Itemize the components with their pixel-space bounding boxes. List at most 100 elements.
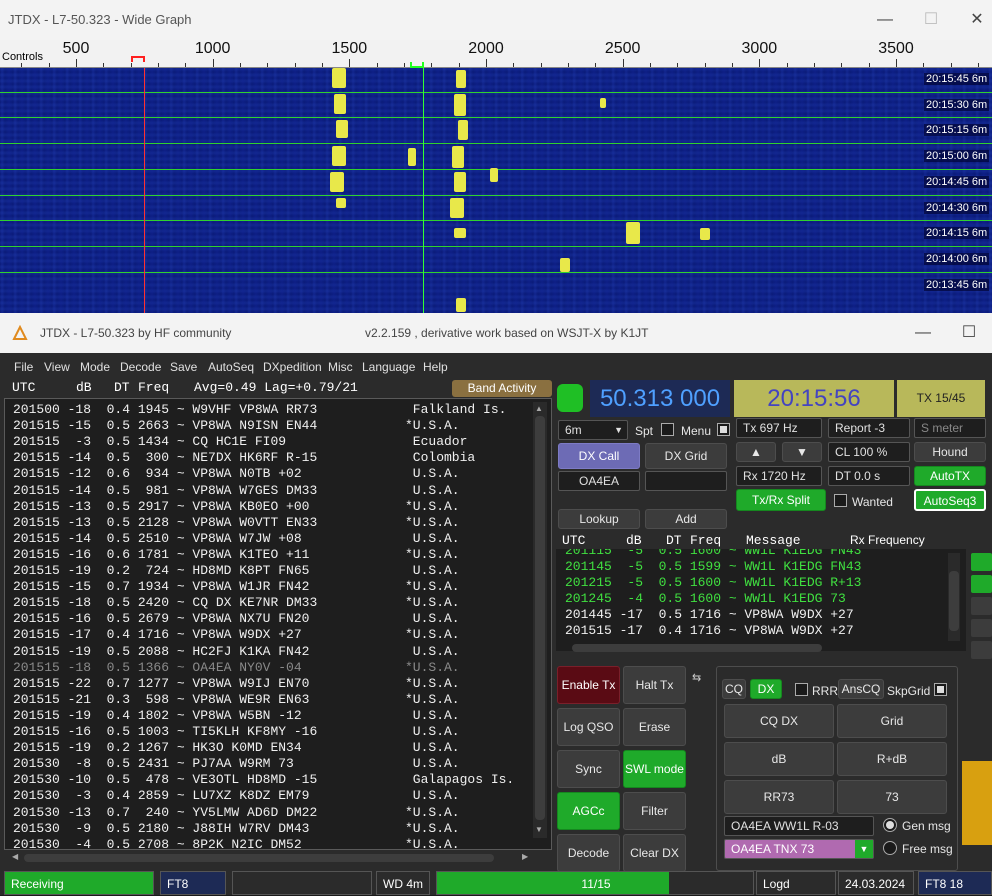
decode-row[interactable]: 201515 -19 0.4 1802 ~ VP8WA W5BN -12 U.S… bbox=[13, 708, 460, 724]
menu-mode[interactable]: Mode bbox=[80, 360, 110, 374]
tx-freq-spinner[interactable]: Tx 697 Hz bbox=[736, 418, 822, 438]
scroll-down-icon[interactable]: ▼ bbox=[535, 825, 543, 834]
minimize-icon[interactable]: — bbox=[900, 319, 946, 347]
gen-msg-radio[interactable] bbox=[883, 818, 897, 832]
rrr-checkbox[interactable] bbox=[795, 683, 808, 696]
decode-row[interactable]: 201515 -13 0.5 2128 ~ VP8WA W0VTT EN33 *U… bbox=[13, 515, 460, 531]
decode-row[interactable]: 201530 -13 0.7 240 ~ YV5LMW AD6D DM22 *U.… bbox=[13, 805, 460, 821]
monitor-led[interactable] bbox=[557, 384, 583, 412]
band-activity-list[interactable]: 201500 -18 0.4 1945 ~ W9VHF VP8WA RR73 F… bbox=[4, 398, 552, 850]
decode-row[interactable]: 201530 -3 0.4 2859 ~ LU7XZ K8DZ EM79 U.S… bbox=[13, 788, 460, 804]
tab-marker-icon[interactable]: ⇆ bbox=[692, 671, 712, 699]
rx-hscroll[interactable] bbox=[560, 643, 940, 653]
close-icon[interactable]: ✕ bbox=[954, 6, 992, 34]
lookup-button[interactable]: Lookup bbox=[558, 509, 640, 529]
waterfall[interactable]: 20:15:45 6m 20:15:30 6m 20:15:15 6m 20:15:0… bbox=[0, 68, 992, 318]
menu-file[interactable]: File bbox=[14, 360, 33, 374]
decode-row[interactable]: 201515 -19 0.5 2088 ~ HC2FJ K1KA FN42 U.… bbox=[13, 644, 460, 660]
scroll-left-icon[interactable]: ◀ bbox=[12, 852, 18, 861]
agcc-button[interactable]: AGCc bbox=[557, 792, 620, 830]
dx-call-button[interactable]: DX Call bbox=[558, 443, 640, 469]
menu-view[interactable]: View bbox=[44, 360, 70, 374]
tx-marker[interactable] bbox=[131, 56, 145, 62]
decode-row[interactable]: 201515 -19 0.2 1267 ~ HK3O K0MD EN34 U.S… bbox=[13, 740, 460, 756]
menu-dxpedition[interactable]: DXpedition bbox=[263, 360, 322, 374]
rx-vscroll[interactable] bbox=[948, 553, 960, 641]
band-select[interactable]: 6m ▼ bbox=[558, 420, 628, 440]
free-msg-radio[interactable] bbox=[883, 841, 897, 855]
decode-button[interactable]: Decode bbox=[557, 834, 620, 872]
menu-save[interactable]: Save bbox=[170, 360, 197, 374]
menu-decode[interactable]: Decode bbox=[120, 360, 161, 374]
73-button[interactable]: 73 bbox=[837, 780, 947, 814]
decode-row[interactable]: 201515 -14 0.5 300 ~ NE7DX HK6RF R-15 Co… bbox=[13, 450, 475, 466]
decode-row[interactable]: 201515 -22 0.7 1277 ~ VP8WA W9IJ EN70 *U.… bbox=[13, 676, 460, 692]
report-spinner[interactable]: Report -3 bbox=[828, 418, 910, 438]
dx-grid-button[interactable]: DX Grid bbox=[645, 443, 727, 469]
rx-vscroll-thumb[interactable] bbox=[949, 571, 959, 631]
scroll-right-icon[interactable]: ▶ bbox=[522, 852, 528, 861]
clear-dx-button[interactable]: Clear DX bbox=[623, 834, 686, 872]
scroll-up-icon[interactable]: ▲ bbox=[535, 404, 543, 413]
erase-button[interactable]: Erase bbox=[623, 708, 686, 746]
decode-row[interactable]: 201515 -3 0.5 1434 ~ CQ HC1E FI09 Ecuado… bbox=[13, 434, 467, 450]
decode-row[interactable]: 201515 -14 0.5 2510 ~ VP8WA W7JW +08 U.S… bbox=[13, 531, 460, 547]
decode-row[interactable]: 201515 -18 0.5 1366 ~ OA4EA NY0V -04 *U.S… bbox=[13, 660, 460, 676]
decode-row[interactable]: 201515 -13 0.5 2917 ~ VP8WA KB0EO +00 *U.… bbox=[13, 499, 460, 515]
band-activity-button[interactable]: Band Activity bbox=[452, 380, 552, 397]
rr73-button[interactable]: RR73 bbox=[724, 780, 834, 814]
free-message-field[interactable]: OA4EA TNX 73 ▼ bbox=[724, 839, 874, 859]
rx-row[interactable]: 201115 -5 0.5 1600 ~ WW1L K1EDG FN43 bbox=[565, 549, 861, 559]
decode-row[interactable]: 201530 -10 0.5 478 ~ VE3OTL HD8MD -15 Ga… bbox=[13, 772, 514, 788]
maximize-icon[interactable]: ☐ bbox=[946, 319, 992, 347]
rx-freq-spinner[interactable]: Rx 1720 Hz bbox=[736, 466, 822, 486]
rx-row[interactable]: 201245 -4 0.5 1600 ~ WW1L K1EDG 73 bbox=[565, 591, 846, 607]
gen-message-field[interactable]: OA4EA WW1L R-03 bbox=[724, 816, 874, 836]
sync-button[interactable]: Sync bbox=[557, 750, 620, 788]
decode-row[interactable]: 201530 -8 0.5 2431 ~ PJ7AA W9RM 73 U.S.A… bbox=[13, 756, 460, 772]
edge-button-4[interactable] bbox=[971, 619, 992, 637]
grid-button[interactable]: Grid bbox=[837, 704, 947, 738]
r-db-button[interactable]: R+dB bbox=[837, 742, 947, 776]
cq-button[interactable]: CQ bbox=[722, 679, 746, 699]
decode-row[interactable]: 201515 -16 0.5 2679 ~ VP8WA NX7U FN20 U.… bbox=[13, 611, 460, 627]
edge-button-5[interactable] bbox=[971, 641, 992, 659]
db-button[interactable]: dB bbox=[724, 742, 834, 776]
decode-row[interactable]: 201530 -4 0.5 2708 ~ 8P2K N2IC DM52 *U.S.… bbox=[13, 837, 460, 849]
decode-row[interactable]: 201515 -19 0.2 724 ~ HD8MD K8PT FN65 U.S… bbox=[13, 563, 460, 579]
autoseq-button[interactable]: AutoSeq3 bbox=[914, 489, 986, 511]
swl-mode-button[interactable]: SWL mode bbox=[623, 750, 686, 788]
chevron-down-icon[interactable]: ▼ bbox=[855, 840, 873, 858]
up-arrow-button[interactable]: ▲ bbox=[736, 442, 776, 462]
rx-row[interactable]: 201515 -17 0.4 1716 ~ VP8WA W9DX +27 bbox=[565, 623, 854, 639]
edge-button-3[interactable] bbox=[971, 597, 992, 615]
decode-row[interactable]: 201515 -15 0.7 1934 ~ VP8WA W1JR FN42 *U.… bbox=[13, 579, 460, 595]
menu-language[interactable]: Language bbox=[362, 360, 415, 374]
decode-row[interactable]: 201530 -9 0.5 2180 ~ J88IH W7RV DM43 *U.S… bbox=[13, 821, 460, 837]
decode-row[interactable]: 201515 -18 0.5 2420 ~ CQ DX KE7NR DM33 *U… bbox=[13, 595, 460, 611]
decode-row[interactable]: 201515 -16 0.5 1003 ~ TI5KLH KF8MY -16 U… bbox=[13, 724, 460, 740]
cq-dx-button[interactable]: CQ DX bbox=[724, 704, 834, 738]
spt-checkbox[interactable] bbox=[661, 423, 674, 436]
hscroll-thumb[interactable] bbox=[24, 854, 494, 862]
enable-tx-button[interactable]: Enable Tx bbox=[557, 666, 620, 704]
decode-row[interactable]: 201515 -14 0.5 981 ~ VP8WA W7GES DM33 U.… bbox=[13, 483, 460, 499]
edge-button-2[interactable] bbox=[971, 575, 992, 593]
decode-row[interactable]: 201515 -17 0.4 1716 ~ VP8WA W9DX +27 *U.S… bbox=[13, 627, 460, 643]
rx-row[interactable]: 201445 -17 0.5 1716 ~ VP8WA W9DX +27 bbox=[565, 607, 854, 623]
decode-row[interactable]: 201515 -12 0.6 934 ~ VP8WA N0TB +02 U.S.… bbox=[13, 466, 460, 482]
split-button[interactable]: Tx/Rx Split bbox=[736, 489, 826, 511]
decode-row[interactable]: 201500 -18 0.4 1945 ~ W9VHF VP8WA RR73 F… bbox=[13, 402, 506, 418]
decode-row[interactable]: 201515 -21 0.3 598 ~ VP8WA WE9R EN63 *U.S… bbox=[13, 692, 460, 708]
maximize-icon[interactable]: ☐ bbox=[908, 6, 954, 34]
anscq-button[interactable]: AnsCQ bbox=[838, 679, 884, 699]
dx-button[interactable]: DX bbox=[750, 679, 782, 699]
rx-hscroll-thumb[interactable] bbox=[572, 644, 822, 652]
wanted-checkbox[interactable] bbox=[834, 494, 847, 507]
vscroll-thumb[interactable] bbox=[535, 416, 545, 820]
decode-row[interactable]: 201515 -15 0.5 2663 ~ VP8WA N9ISN EN44 *U… bbox=[13, 418, 460, 434]
filter-button[interactable]: Filter bbox=[623, 792, 686, 830]
controls-toggle[interactable]: Controls bbox=[2, 51, 43, 63]
minimize-icon[interactable]: — bbox=[862, 6, 908, 34]
menu-misc[interactable]: Misc bbox=[328, 360, 353, 374]
